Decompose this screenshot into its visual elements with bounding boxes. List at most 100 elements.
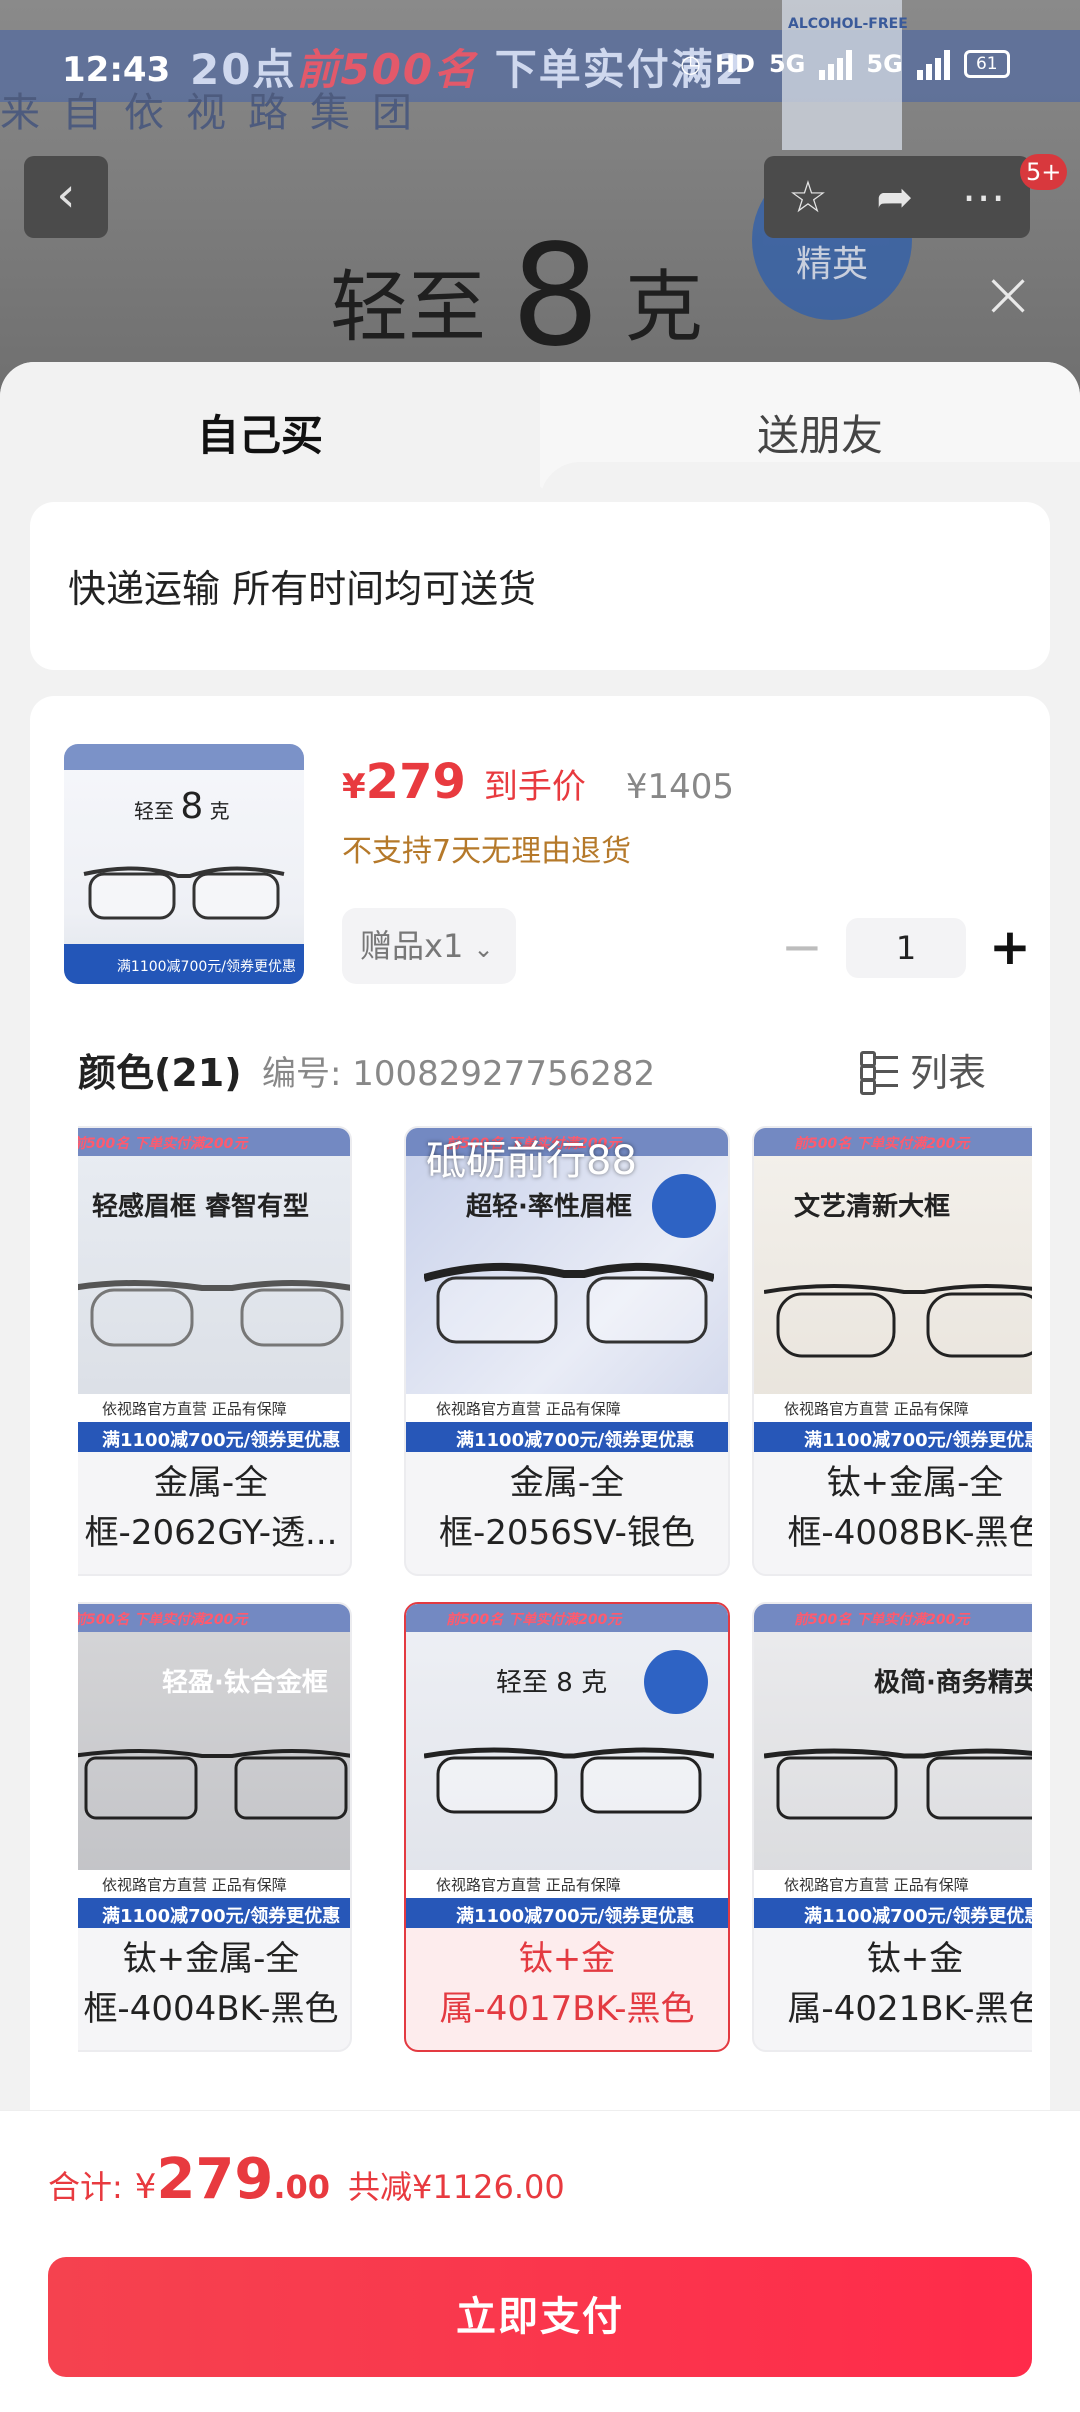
tile-headline: 极简·商务精英 [874, 1668, 1032, 1698]
final-price: 279 [365, 754, 466, 810]
color-section-title: 颜色(21) [78, 1051, 242, 1095]
tile-footer: 依视路官方直营 正品有保障 满1100减700元/领券更优惠 [406, 1394, 728, 1452]
delivery-text: 快递运输 所有时间均可送货 [68, 567, 537, 611]
watermark-overlay-text: 砥砺前行88 [426, 1138, 637, 1184]
delivery-option[interactable]: 快递运输 所有时间均可送货 [30, 502, 1050, 670]
tile-footer: 依视路官方直营 正品有保障 满1100减700元/领券更优惠 [78, 1394, 350, 1452]
color-option-image: 前500名 下单实付满200元 轻盈·钛合金框 依视路官方直营 正品有保障 满11… [78, 1604, 350, 1928]
chevron-left-icon: ‹ [56, 167, 76, 223]
color-option-name: 钛+金属-全 框-4008BK-黑色 [787, 1463, 1032, 1553]
color-option-name: 钛+金 属-4017BK-黑色 [439, 1939, 695, 2029]
network-label-2: 5G [866, 50, 903, 78]
quantity-input[interactable]: 1 [846, 918, 966, 978]
color-option-4004bk[interactable]: 前500名 下单实付满200元 轻盈·钛合金框 依视路官方直营 正品有保障 满11… [78, 1602, 352, 2052]
quantity-stepper: − 1 + [772, 918, 1040, 978]
tile-headline: 轻盈·钛合金框 [162, 1668, 328, 1698]
tile-headline: 文艺清新大框 [794, 1192, 951, 1222]
cart-count-badge: 5+ [1020, 154, 1068, 190]
gift-dropdown[interactable]: 赠品x1 ⌄ [342, 908, 516, 984]
glasses-image [78, 1749, 350, 1820]
hd-icon: HD [714, 50, 755, 78]
alarm-icon: ◷ [680, 50, 701, 78]
tile-banner: 前500名 下单实付满200元 [754, 1128, 1032, 1156]
color-option-image: 前500名 下单实付满200元 砥砺前行88 超轻·率性眉框 依视路官方直营 正… [406, 1128, 728, 1452]
tile-banner: 前500名 下单实付满200元 [406, 1604, 728, 1632]
decrease-quantity-button[interactable]: − [772, 918, 832, 978]
glasses-image [78, 1280, 350, 1347]
color-option-name: 钛+金属-全 框-4004BK-黑色 [83, 1939, 339, 2029]
color-option-image: 前500名 下单实付满200元 极简·商务精英 依视路官方直营 正品有保障 满11… [754, 1604, 1032, 1928]
total-decimal: .00 [273, 2168, 331, 2206]
tab-send-friend[interactable]: 送朋友 [560, 402, 1080, 463]
final-price-label: 到手价 [483, 767, 586, 807]
network-label: 5G [768, 50, 806, 78]
thumb-banner [64, 744, 304, 770]
tile-headline: 超轻·率性眉框 [466, 1192, 632, 1222]
tile-footer: 依视路官方直营 正品有保障 满1100减700元/领券更优惠 [754, 1870, 1032, 1928]
price-row: ¥ 279 到手价 ¥1405 [342, 754, 734, 810]
lightweight-badge-icon [652, 1174, 716, 1238]
more-icon[interactable]: ⋯ [962, 172, 1006, 223]
color-option-name: 金属-全 框-2062GY-透... [84, 1463, 338, 1553]
star-icon[interactable]: ☆ [788, 172, 827, 223]
glasses-image [764, 1748, 1032, 1820]
total-amount: 279 [156, 2147, 274, 2212]
total-currency: ¥ [134, 2167, 157, 2207]
checkout-bar: 合计: ¥ 279 .00 共减¥1126.00 立即支付 [0, 2110, 1080, 2412]
color-option-4017bk-selected[interactable]: 前500名 下单实付满200元 轻至 8 克 依视路官方直营 正品有保障 满110… [404, 1602, 730, 2052]
glasses-image [83, 866, 285, 920]
list-view-toggle[interactable]: 列表 [860, 1042, 986, 1097]
price-currency: ¥ [342, 767, 366, 807]
color-option-image: 前500名 下单实付满200元 轻至 8 克 依视路官方直营 正品有保障 满110… [406, 1604, 728, 1928]
tab-divider [540, 462, 1080, 502]
list-icon [860, 1050, 898, 1095]
original-price: ¥1405 [625, 767, 735, 807]
increase-quantity-button[interactable]: + [980, 918, 1040, 978]
tile-banner: 前500名 下单实付满200元 [78, 1128, 350, 1156]
color-option-name: 金属-全 框-2056SV-银色 [439, 1463, 695, 1553]
color-options-grid: 前500名 下单实付满200元 轻感眉框 睿智有型 依视路官方直营 正品有保障满… [78, 1126, 1032, 2126]
tile-footer: 依视路官方直营 正品有保障 满1100减700元/领券更优惠 [406, 1870, 728, 1928]
thumb-weight: 轻至 8 克 [134, 786, 230, 827]
list-view-label: 列表 [910, 1051, 987, 1095]
total-discount: 共减¥1126.00 [348, 2168, 565, 2206]
glasses-image [764, 1284, 1032, 1358]
signal-icon [819, 48, 853, 80]
tile-headline: 轻至 8 克 [496, 1668, 608, 1698]
color-option-2056sv[interactable]: 前500名 下单实付满200元 砥砺前行88 超轻·率性眉框 依视路官方直营 正… [404, 1126, 730, 1576]
status-icons: ◷ HD 5G 5G 61 [680, 48, 1010, 80]
return-policy-note: 不支持7天无理由退货 [342, 834, 632, 869]
signal-icon-2 [916, 48, 950, 80]
pay-now-button[interactable]: 立即支付 [48, 2257, 1032, 2377]
glasses-image [424, 1747, 714, 1814]
thumb-promo-strip: 满1100减700元/领券更优惠 [64, 944, 304, 984]
glasses-image [424, 1262, 714, 1344]
total-row: 合计: ¥ 279 .00 共减¥1126.00 [48, 2147, 565, 2212]
share-icon[interactable]: ➦ [876, 172, 913, 223]
color-option-4008bk[interactable]: 前500名 下单实付满200元 文艺清新大框 依视路官方直营 正品有保障 满110… [752, 1126, 1032, 1576]
gift-label: 赠品x1 [360, 927, 464, 965]
tile-headline: 轻感眉框 睿智有型 [92, 1192, 310, 1222]
back-button[interactable]: ‹ [24, 156, 108, 238]
product-thumbnail[interactable]: 轻至 8 克 满1100减700元/领券更优惠 [64, 744, 304, 984]
weight-headline: 轻至 8 克 [330, 215, 703, 378]
status-time: 12:43 [62, 50, 171, 90]
close-icon[interactable]: × [980, 263, 1036, 327]
tile-banner: 前500名 下单实付满200元 [78, 1604, 350, 1632]
battery-icon: 61 [963, 50, 1010, 78]
tile-footer: 依视路官方直营 正品有保障 满1100减700元/领券更优惠 [754, 1394, 1032, 1452]
color-option-4021bk[interactable]: 前500名 下单实付满200元 极简·商务精英 依视路官方直营 正品有保障 满11… [752, 1602, 1032, 2052]
tile-banner: 前500名 下单实付满200元 [754, 1604, 1032, 1632]
purchase-sheet: 自己买 送朋友 快递运输 所有时间均可送货 轻至 8 克 满1100减700元/… [0, 362, 1080, 2412]
color-option-2062gy[interactable]: 前500名 下单实付满200元 轻感眉框 睿智有型 依视路官方直营 正品有保障满… [78, 1126, 352, 1576]
business-badge-icon [644, 1650, 708, 1714]
color-option-name: 钛+金 属-4021BK-黑色 [787, 1939, 1032, 2029]
tab-buy-self[interactable]: 自己买 [0, 402, 520, 463]
sku-code: 编号: 10082927756282 [262, 1054, 656, 1094]
color-option-image: 前500名 下单实付满200元 文艺清新大框 依视路官方直营 正品有保障 满110… [754, 1128, 1032, 1452]
color-option-image: 前500名 下单实付满200元 轻感眉框 睿智有型 依视路官方直营 正品有保障满… [78, 1128, 350, 1452]
total-label: 合计: [48, 2168, 123, 2206]
chevron-down-icon: ⌄ [473, 935, 494, 963]
tile-footer: 依视路官方直营 正品有保障 满1100减700元/领券更优惠 [78, 1870, 350, 1928]
status-bar: 12:43 ◷ HD 5G 5G 61 [0, 0, 1080, 90]
